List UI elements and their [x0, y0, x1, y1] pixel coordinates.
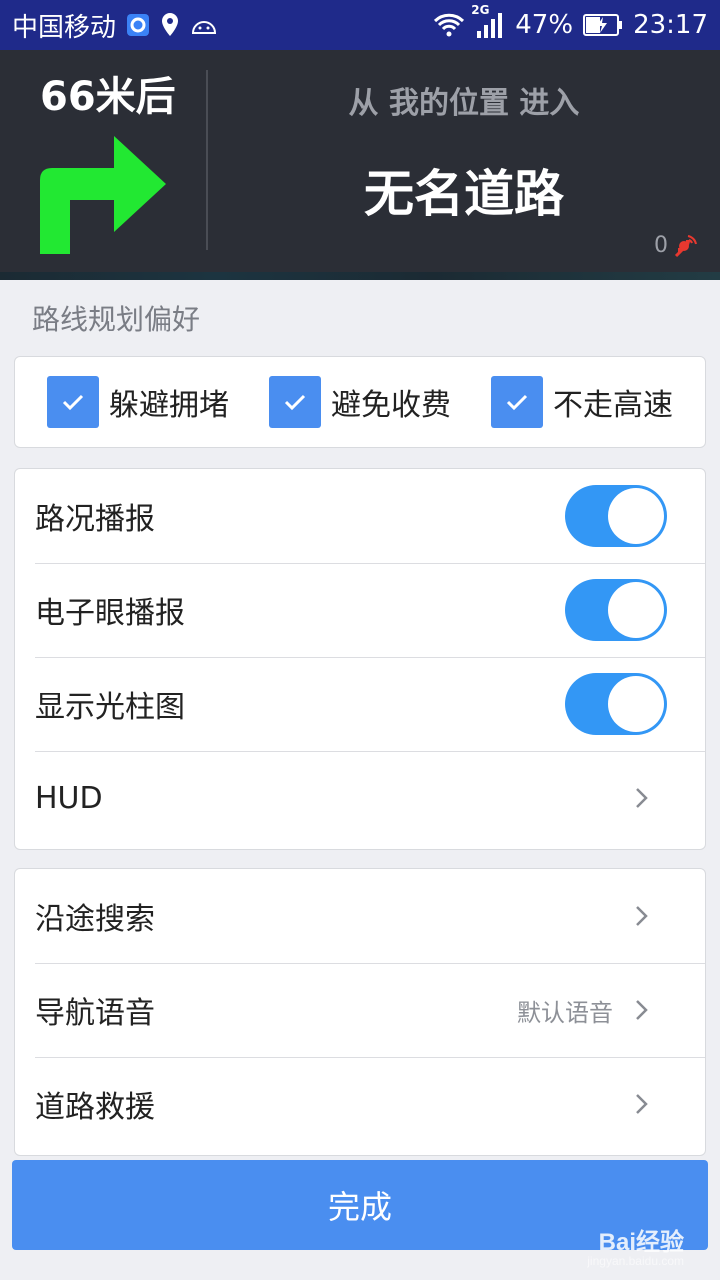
setting-label: 路况播报	[35, 502, 155, 537]
battery-percent: 47%	[515, 10, 574, 40]
watermark-url: jingyan.baidu.com	[587, 1254, 684, 1268]
gps-satellite-count: 0	[654, 232, 668, 258]
chevron-right-icon	[629, 997, 655, 1023]
toggle-knob	[608, 582, 664, 638]
checkbox-checked-icon[interactable]	[491, 376, 543, 428]
pref-label: 躲避拥堵	[109, 388, 229, 423]
checkbox-checked-icon[interactable]	[47, 376, 99, 428]
chevron-right-icon	[629, 1091, 655, 1117]
setting-row-search-along-route[interactable]: 沿途搜索	[15, 869, 705, 963]
pref-label: 不走高速	[553, 388, 673, 423]
network-type-label: 2G	[471, 3, 490, 17]
setting-row-hud[interactable]: HUD	[15, 751, 705, 845]
setting-row-roadside-assistance[interactable]: 道路救援	[15, 1057, 705, 1151]
route-preferences-card: 躲避拥堵 避免收费 不走高速	[14, 356, 706, 448]
route-preference-title: 路线规划偏好	[32, 303, 201, 336]
pref-no-highway[interactable]: 不走高速	[491, 376, 673, 428]
turn-distance: 66米后	[40, 74, 176, 120]
camera-broadcast-toggle[interactable]	[565, 579, 667, 641]
baidu-jingyan-watermark: Bai经验	[598, 1229, 684, 1256]
more-settings-card: 沿途搜索 导航语音 默认语音 道路救援	[14, 868, 706, 1156]
setting-label: 道路救援	[35, 1090, 155, 1125]
setting-label: 显示光柱图	[35, 690, 185, 725]
setting-label: HUD	[35, 780, 103, 816]
pref-avoid-tolls[interactable]: 避免收费	[269, 376, 451, 428]
traffic-broadcast-toggle[interactable]	[565, 485, 667, 547]
gps-status: 0	[654, 232, 700, 258]
chevron-right-icon	[629, 903, 655, 929]
setting-row-traffic-broadcast[interactable]: 路况播报	[15, 469, 705, 563]
toggle-knob	[608, 488, 664, 544]
carrier-label: 中国移动	[12, 12, 117, 43]
setting-label: 沿途搜索	[35, 902, 155, 937]
light-bar-toggle[interactable]	[565, 673, 667, 735]
pref-label: 避免收费	[331, 388, 451, 423]
gps-satellite-icon	[674, 235, 697, 258]
setting-row-camera-broadcast[interactable]: 电子眼播报	[15, 563, 705, 657]
setting-label: 导航语音	[35, 996, 155, 1031]
setting-row-navigation-voice[interactable]: 导航语音 默认语音	[15, 963, 705, 1057]
navigation-settings-sheet: 路线规划偏好 躲避拥堵 避免收费 不走高速 路况播报 电子眼播报 显示光柱图 H…	[0, 280, 720, 1280]
checkbox-checked-icon[interactable]	[269, 376, 321, 428]
chevron-right-icon	[629, 785, 655, 811]
android-icon	[190, 15, 218, 35]
turn-right-arrow-icon	[40, 136, 166, 254]
navigation-guidance-panel: 66米后 从 我的位置 进入 无名道路 0	[0, 50, 720, 280]
setting-row-light-bar[interactable]: 显示光柱图	[15, 657, 705, 751]
entry-from-text: 从 我的位置 进入	[348, 86, 580, 121]
battery-charging-icon	[583, 13, 623, 37]
toggle-knob	[608, 676, 664, 732]
road-name: 无名道路	[364, 165, 564, 223]
wifi-icon	[433, 12, 465, 38]
setting-label: 电子眼播报	[35, 596, 185, 631]
location-pin-icon	[160, 12, 180, 38]
status-bar: 中国移动 2G 47% 23:17	[0, 0, 720, 50]
pref-avoid-congestion[interactable]: 躲避拥堵	[47, 376, 229, 428]
carrier-app-icon	[126, 13, 150, 37]
broadcast-settings-card: 路况播报 电子眼播报 显示光柱图 HUD	[14, 468, 706, 850]
clock: 23:17	[633, 10, 708, 40]
signal-icon: 2G	[471, 3, 505, 39]
voice-value: 默认语音	[517, 998, 613, 1027]
